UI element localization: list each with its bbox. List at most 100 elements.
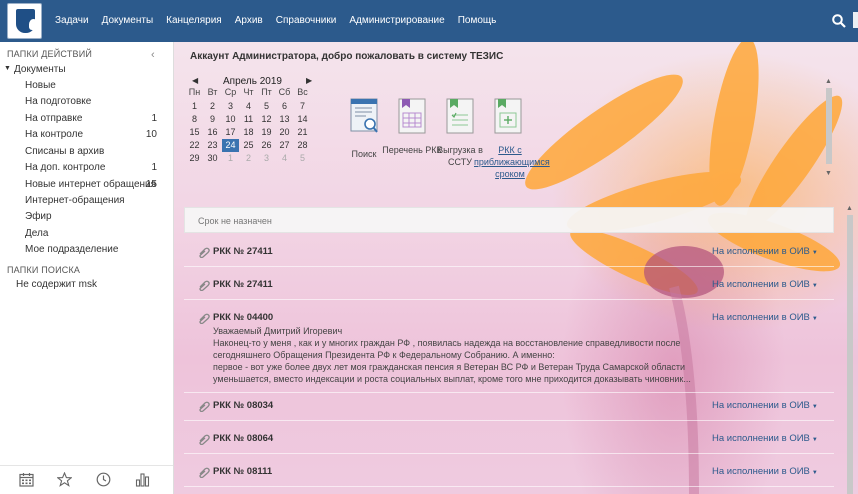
calendar-day[interactable]: 3 (222, 100, 239, 113)
star-icon[interactable] (57, 472, 72, 487)
calendar-day[interactable]: 23 (204, 139, 221, 152)
task-status-dropdown[interactable]: На исполнении в ОИВ ▼ (712, 466, 818, 477)
prev-month-icon[interactable]: ◀ (192, 76, 198, 85)
calendar-icon[interactable] (19, 472, 34, 487)
calendar-day[interactable]: 5 (258, 100, 275, 113)
calendar-day[interactable]: 4 (276, 152, 293, 165)
calendar-day[interactable]: 29 (186, 152, 203, 165)
next-month-icon[interactable]: ▶ (306, 76, 312, 85)
sidebar-item-broadcast[interactable]: Эфир (0, 208, 173, 224)
table-list-icon (398, 98, 426, 134)
weekday-label: Чт (243, 87, 254, 97)
sidebar-item-label: Мое подразделение (25, 244, 119, 255)
scroll-down-icon[interactable]: ▼ (825, 170, 832, 177)
scrollbar-thumb[interactable] (826, 88, 832, 164)
dashboard-scrollbar[interactable]: ▲ ▼ (825, 78, 833, 182)
scrollbar-thumb[interactable] (847, 215, 853, 494)
collapse-sidebar-icon[interactable]: ‹ (151, 49, 155, 61)
calendar-day[interactable]: 8 (186, 113, 203, 126)
sidebar-item-sending[interactable]: На отправке 1 (0, 110, 173, 126)
calendar-day[interactable]: 3 (258, 152, 275, 165)
task-row[interactable]: РКК № 27411 На исполнении в ОИВ ▼ (184, 246, 834, 267)
calendar-day[interactable]: 5 (294, 152, 311, 165)
task-row[interactable]: РКК № 08111 На исполнении в ОИВ ▼ (184, 466, 834, 487)
nav-item-documents[interactable]: Документы (102, 15, 154, 26)
nav-item-archive[interactable]: Архив (235, 15, 263, 26)
sidebar-item-archived[interactable]: Списаны в архив (0, 143, 173, 159)
calendar-day[interactable]: 17 (222, 126, 239, 139)
sidebar-item-label: Списаны в архив (25, 146, 105, 157)
sidebar-item-new[interactable]: Новые (0, 77, 173, 93)
calendar-day[interactable]: 10 (222, 113, 239, 126)
sidebar-item-on-control[interactable]: На контроле 10 (0, 126, 173, 142)
task-description-line: Наконец-то у меня , как и у многих гражд… (213, 338, 681, 348)
task-status-dropdown[interactable]: На исполнении в ОИВ ▼ (712, 312, 818, 323)
section-header[interactable]: Срок не назначен (184, 207, 834, 233)
calendar-day[interactable]: 21 (294, 126, 311, 139)
calendar-day[interactable]: 18 (240, 126, 257, 139)
task-row[interactable]: РКК № 08034 На исполнении в ОИВ ▼ (184, 400, 834, 421)
sidebar-item-label: Дела (25, 228, 49, 239)
nav-item-help[interactable]: Помощь (458, 15, 497, 26)
calendar-day[interactable]: 19 (258, 126, 275, 139)
calendar-day[interactable]: 15 (186, 126, 203, 139)
nav-item-references[interactable]: Справочники (276, 15, 337, 26)
task-description-line: первое - вот уже более двух лет моя граж… (213, 362, 686, 372)
sidebar-item-extra-control[interactable]: На доп. контроле 1 (0, 159, 173, 175)
calendar-day[interactable]: 2 (204, 100, 221, 113)
nav-item-office[interactable]: Канцелярия (166, 15, 222, 26)
calendar-day[interactable]: 24 (222, 139, 239, 152)
bar-chart-icon[interactable] (135, 472, 150, 487)
sidebar-folder-documents[interactable]: ▼ Документы (0, 61, 173, 77)
scroll-up-icon[interactable]: ▲ (825, 78, 832, 85)
task-row[interactable]: РКК № 08064 На исполнении в ОИВ ▼ (184, 433, 834, 454)
calendar-day[interactable]: 22 (186, 139, 203, 152)
calendar-day[interactable]: 6 (276, 100, 293, 113)
task-status-dropdown[interactable]: На исполнении в ОИВ ▼ (712, 433, 818, 444)
calendar-day[interactable]: 26 (258, 139, 275, 152)
clock-icon[interactable] (96, 472, 111, 487)
calendar-day[interactable]: 14 (294, 113, 311, 126)
sidebar-item-internet-requests[interactable]: Интернет-обращения (0, 192, 173, 208)
calendar-day[interactable]: 4 (240, 100, 257, 113)
calendar-day[interactable]: 11 (240, 113, 257, 126)
sidebar-item-label: Интернет-обращения (25, 195, 125, 206)
search-icon[interactable] (832, 14, 846, 28)
task-row[interactable]: РКК № 04400 На исполнении в ОИВ ▼ Уважаемый… (184, 312, 834, 393)
task-list-scrollbar[interactable]: ▲ (846, 205, 854, 494)
task-row[interactable]: РКК № 27411 На исполнении в ОИВ ▼ (184, 279, 834, 300)
nav-item-administration[interactable]: Администрирование (349, 15, 444, 26)
calendar-day[interactable]: 13 (276, 113, 293, 126)
nav-item-tasks[interactable]: Задачи (55, 15, 89, 26)
calendar-day[interactable]: 12 (258, 113, 275, 126)
calendar-day[interactable]: 16 (204, 126, 221, 139)
weekday-label: Вс (297, 87, 308, 97)
caret-down-icon: ▼ (811, 316, 818, 322)
sidebar-item-label: На подготовке (25, 96, 92, 107)
sidebar-item-my-department[interactable]: Мое подразделение (0, 241, 173, 257)
sidebar-item-new-internet-requests[interactable]: Новые интернет обращения 15 (0, 176, 173, 192)
calendar-day[interactable]: 7 (294, 100, 311, 113)
calendar-day[interactable]: 1 (186, 100, 203, 113)
calendar-day[interactable]: 20 (276, 126, 293, 139)
logo[interactable] (7, 3, 42, 39)
calendar-day[interactable]: 28 (294, 139, 311, 152)
scroll-up-icon[interactable]: ▲ (846, 205, 853, 212)
calendar-day[interactable]: 27 (276, 139, 293, 152)
caret-down-icon[interactable]: ▼ (4, 65, 11, 72)
caret-down-icon: ▼ (811, 470, 818, 476)
user-menu-icon[interactable] (853, 12, 858, 28)
task-status-dropdown[interactable]: На исполнении в ОИВ ▼ (712, 246, 818, 257)
calendar-day[interactable]: 30 (204, 152, 221, 165)
sidebar-search-folder[interactable]: Не содержит msk (0, 276, 173, 292)
sidebar-item-in-preparation[interactable]: На подготовке (0, 93, 173, 109)
coat-of-arms-icon (16, 9, 38, 33)
calendar-day[interactable]: 9 (204, 113, 221, 126)
task-status-dropdown[interactable]: На исполнении в ОИВ ▼ (712, 400, 818, 411)
tile-label[interactable]: РКК с приближающимся сроком (474, 144, 550, 180)
calendar-day[interactable]: 1 (222, 152, 239, 165)
sidebar-item-cases[interactable]: Дела (0, 225, 173, 241)
task-status-dropdown[interactable]: На исполнении в ОИВ ▼ (712, 279, 818, 290)
calendar-day[interactable]: 2 (240, 152, 257, 165)
calendar-day[interactable]: 25 (240, 139, 257, 152)
